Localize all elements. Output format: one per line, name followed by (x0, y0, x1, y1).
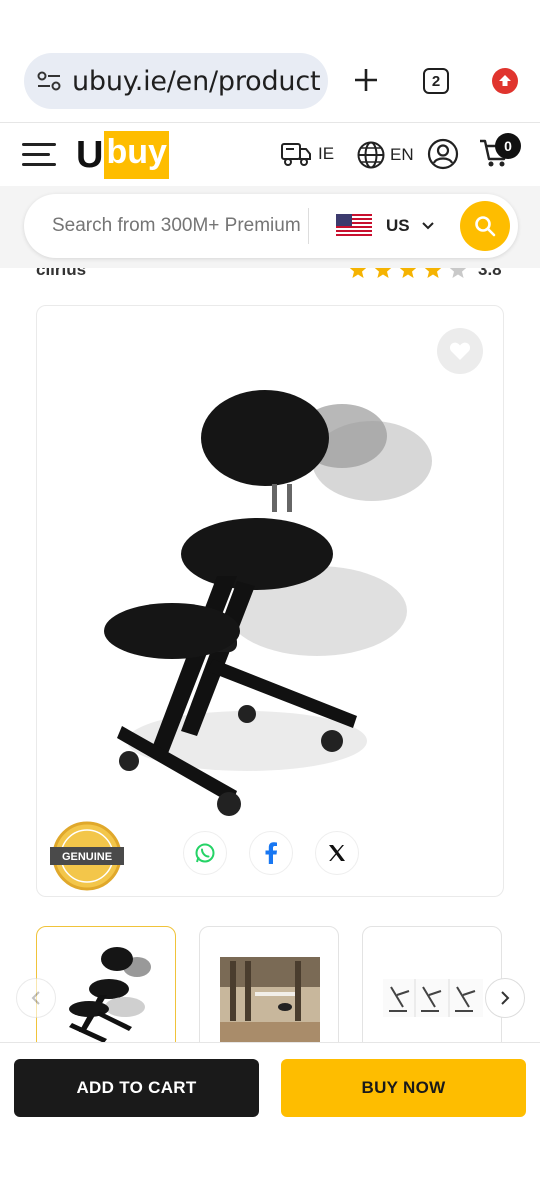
search-divider (308, 208, 309, 244)
update-button[interactable] (492, 68, 518, 94)
update-icon (499, 75, 511, 86)
logo-word: buy (104, 131, 169, 179)
buy-now-button[interactable]: BUY NOW (281, 1059, 526, 1117)
site-settings-icon[interactable] (36, 70, 62, 92)
product-image-card: GENUINE (36, 305, 504, 897)
x-icon (329, 845, 345, 861)
purchase-action-bar: ADD TO CART BUY NOW (0, 1042, 540, 1200)
tab-switcher-button[interactable]: 2 (423, 68, 449, 94)
thumbnail-chair-image (69, 947, 151, 1043)
address-bar[interactable]: ubuy.ie/en/product (24, 53, 328, 109)
x-share-button[interactable] (315, 831, 359, 875)
search-button[interactable] (460, 201, 510, 251)
thumbnail-prev-button[interactable] (16, 978, 56, 1018)
ship-to-label: IE (318, 144, 335, 163)
whatsapp-share-button[interactable] (183, 831, 227, 875)
thumbnail-next-button[interactable] (485, 978, 525, 1018)
thumbnail-room-image (220, 957, 320, 1042)
chevron-left-icon (31, 991, 40, 1005)
wishlist-button[interactable] (437, 328, 483, 374)
globe-icon (357, 141, 385, 169)
search-box: US (24, 194, 518, 258)
genuine-badge-icon: GENUINE (50, 821, 124, 891)
language-label: EN (390, 145, 414, 164)
plus-icon (355, 69, 377, 91)
chevron-down-icon (421, 222, 434, 230)
ship-to-selector[interactable]: IE (280, 140, 334, 168)
whatsapp-icon (195, 843, 215, 863)
search-area: US (0, 186, 540, 268)
search-icon (475, 216, 496, 237)
site-header: U buy IE EN 0 (0, 122, 540, 186)
thumbnail-2[interactable] (199, 926, 339, 1056)
browser-toolbar: ubuy.ie/en/product 2 (0, 0, 540, 122)
heart-icon (449, 342, 471, 360)
thumbnail-strip (0, 920, 540, 1056)
country-code: US (386, 216, 410, 235)
us-flag-icon (336, 214, 372, 238)
add-to-cart-button[interactable]: ADD TO CART (14, 1059, 259, 1117)
ubuy-logo[interactable]: U buy (76, 131, 169, 179)
kneeling-chair-image[interactable] (87, 376, 447, 816)
facebook-share-button[interactable] (249, 831, 293, 875)
logo-letter: U (76, 133, 104, 176)
new-tab-button[interactable] (348, 62, 384, 98)
search-input[interactable] (52, 212, 302, 240)
url-text[interactable]: ubuy.ie/en/product (72, 66, 321, 97)
thumbnail-3[interactable] (362, 926, 502, 1056)
thumbnail-1[interactable] (36, 926, 176, 1056)
account-icon[interactable] (427, 138, 459, 175)
facebook-icon (265, 842, 277, 864)
thumbnail-angles-image (383, 979, 483, 1017)
country-select[interactable]: US (336, 208, 446, 244)
language-selector[interactable]: EN (356, 140, 414, 170)
chevron-right-icon (501, 991, 510, 1005)
cart-count-badge: 0 (495, 133, 521, 159)
svg-text:GENUINE: GENUINE (62, 851, 112, 863)
menu-icon[interactable] (22, 143, 56, 167)
truck-icon (281, 143, 311, 166)
